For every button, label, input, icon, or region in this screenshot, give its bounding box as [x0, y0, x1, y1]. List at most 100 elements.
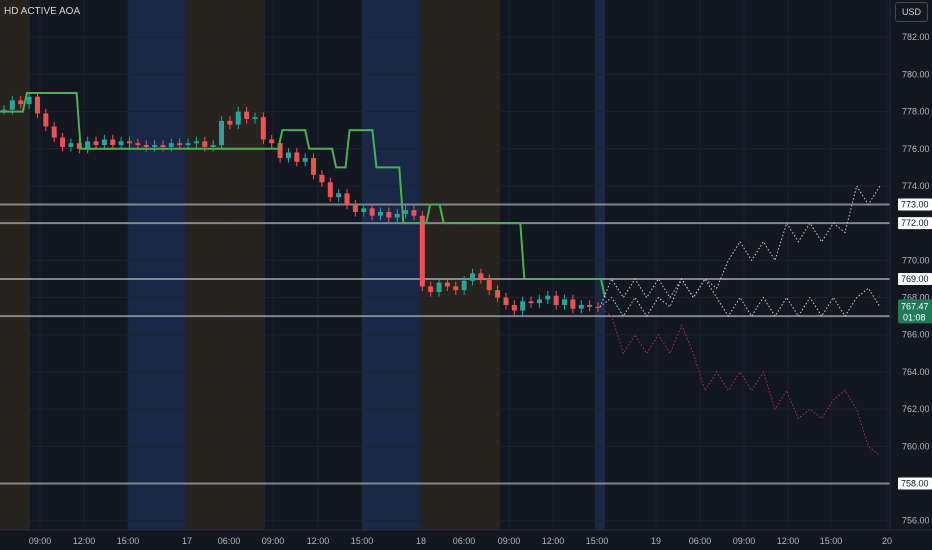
candle-body	[60, 137, 66, 147]
price-chart[interactable]: 782.00 780.00 778.00 776.00 774.00 772.00 770.…	[0, 0, 932, 550]
candle-body	[93, 141, 99, 146]
candle-body	[68, 143, 74, 147]
candle-body	[503, 297, 509, 305]
candle-body	[486, 278, 492, 291]
price-tick-label: 760.00	[902, 441, 930, 451]
candle-body	[578, 304, 584, 309]
time-tick-label: 09:00	[498, 536, 521, 546]
time-tick-label: 12:00	[777, 536, 800, 546]
candle-body	[478, 273, 484, 279]
candle-body	[1, 109, 7, 111]
candle-body	[260, 117, 266, 140]
time-tick-label: 15:00	[820, 536, 843, 546]
candle-body	[369, 208, 375, 216]
price-tick-label: 778.00	[902, 107, 930, 117]
candle-body	[377, 212, 383, 216]
candle-body	[545, 295, 551, 300]
candle-body	[311, 158, 317, 175]
time-tick-label: 06:00	[453, 536, 476, 546]
candle-body	[386, 212, 392, 218]
candle-body	[185, 143, 191, 146]
candle-body	[34, 96, 40, 114]
time-tick-label: 15:00	[586, 536, 609, 546]
session-band	[0, 0, 30, 530]
session-band	[185, 0, 265, 530]
last-price-label: 767.47	[901, 301, 929, 311]
candle-body	[135, 143, 141, 146]
candle-body	[428, 286, 434, 292]
time-tick-label: 12:00	[307, 536, 330, 546]
candle-body	[562, 299, 568, 305]
candle-body	[85, 141, 91, 149]
symbol-title: HD ACTIVE AOA	[4, 6, 81, 17]
candle-body	[118, 141, 124, 146]
candle-body	[461, 280, 467, 291]
time-tick-label: 20	[882, 536, 892, 546]
candle-body	[227, 120, 233, 125]
candle-body	[219, 120, 225, 146]
price-tick-label: 770.00	[902, 255, 930, 265]
price-tick-label: 780.00	[902, 69, 930, 79]
price-tick-label: 776.00	[902, 144, 930, 154]
candle-body	[269, 139, 275, 144]
candle-body	[419, 215, 425, 287]
candle-body	[327, 182, 333, 198]
candle-body	[553, 295, 559, 305]
candle-body	[495, 290, 501, 298]
session-band	[128, 0, 185, 530]
level-label: 758.00	[901, 479, 929, 489]
candle-body	[436, 282, 442, 292]
candle-body	[470, 273, 476, 281]
candle-body	[152, 145, 158, 147]
candle-body	[587, 304, 593, 307]
candle-body	[18, 100, 24, 105]
price-tick-label: 774.00	[902, 181, 930, 191]
candle-body	[177, 143, 183, 146]
candle-body	[570, 299, 576, 309]
candle-body	[361, 208, 367, 212]
time-tick-label: 09:00	[733, 536, 756, 546]
session-band	[420, 0, 500, 530]
candle-body	[235, 111, 241, 125]
candle-body	[294, 152, 300, 162]
candle-body	[403, 210, 409, 214]
candle-body	[143, 145, 149, 147]
level-label: 772.00	[901, 218, 929, 228]
candle-body	[193, 141, 199, 144]
time-tick-label: 12:00	[73, 536, 96, 546]
session-band	[362, 0, 420, 530]
time-tick-label: 18	[416, 536, 426, 546]
price-tick-label: 756.00	[902, 516, 930, 526]
candle-body	[453, 286, 459, 291]
candle-body	[110, 139, 116, 146]
candle-body	[101, 139, 107, 146]
candle-body	[536, 299, 542, 304]
candle-body	[244, 111, 250, 120]
candle-body	[9, 100, 15, 110]
candle-body	[595, 306, 601, 308]
candle-body	[160, 145, 166, 147]
candle-body	[51, 126, 57, 138]
candle-body	[528, 301, 534, 304]
candle-body	[285, 152, 291, 159]
candle-body	[319, 174, 325, 183]
candle-body	[26, 96, 32, 105]
candle-body	[511, 304, 517, 311]
candle-body	[302, 158, 308, 162]
level-label: 773.00	[901, 200, 929, 210]
time-tick-label: 15:00	[117, 536, 140, 546]
candle-body	[210, 145, 216, 147]
price-tick-label: 764.00	[902, 367, 930, 377]
price-tick-label: 762.00	[902, 404, 930, 414]
candle-body	[352, 204, 358, 212]
time-tick-label: 09:00	[262, 536, 285, 546]
currency-button[interactable]: USD	[894, 2, 928, 22]
candle-body	[202, 141, 208, 147]
time-tick-label: 06:00	[689, 536, 712, 546]
time-tick-label: 19	[651, 536, 661, 546]
time-tick-label: 09:00	[29, 536, 52, 546]
candle-body	[411, 210, 417, 216]
candle-body	[168, 143, 174, 147]
time-tick-label: 12:00	[542, 536, 565, 546]
candle-body	[336, 193, 342, 198]
